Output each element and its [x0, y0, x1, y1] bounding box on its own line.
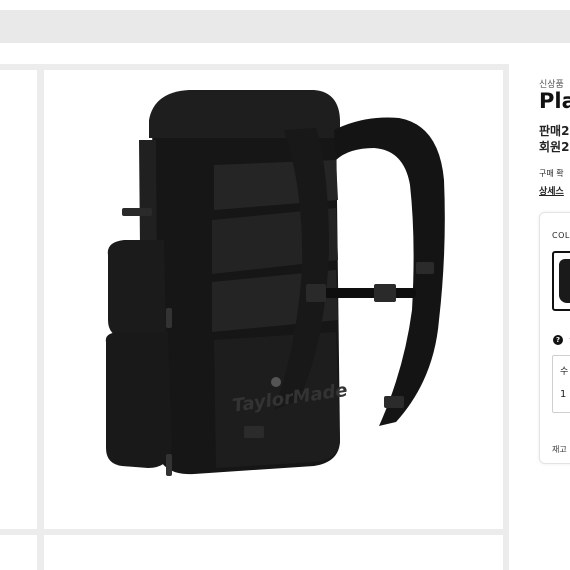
member-price-line: 회원2: [539, 140, 570, 154]
gallery-tile-left[interactable]: [0, 70, 37, 529]
details-link[interactable]: 상세스: [539, 184, 564, 197]
purchase-info-text: 구매 확: [539, 169, 564, 178]
stock-label: 재고: [552, 445, 567, 454]
gallery-tile-bottom-left[interactable]: [0, 535, 37, 570]
quantity-label: 수: [560, 367, 569, 377]
top-search-bar[interactable]: [0, 10, 570, 43]
color-label: COL: [552, 231, 570, 240]
question-icon[interactable]: ?: [553, 335, 563, 345]
product-info-panel: 신상품 Pla 판매2 회원2 구매 확 상세스 COL ? ㅎ 수 1 재고: [509, 64, 570, 570]
quantity-field[interactable]: 수 1: [552, 355, 570, 413]
logo-icon: [271, 377, 281, 387]
price-line: 판매2: [539, 124, 570, 138]
option-panel: COL ? ㅎ 수 1 재고: [539, 212, 570, 464]
product-title: Pla: [539, 89, 570, 113]
swatch-thumbnail: [559, 259, 570, 303]
gallery-tile-bottom-main[interactable]: [44, 535, 503, 570]
quantity-value[interactable]: 1: [560, 389, 566, 400]
color-swatch-black[interactable]: [552, 251, 570, 311]
product-image-backpack: TaylorMade: [105, 90, 445, 476]
